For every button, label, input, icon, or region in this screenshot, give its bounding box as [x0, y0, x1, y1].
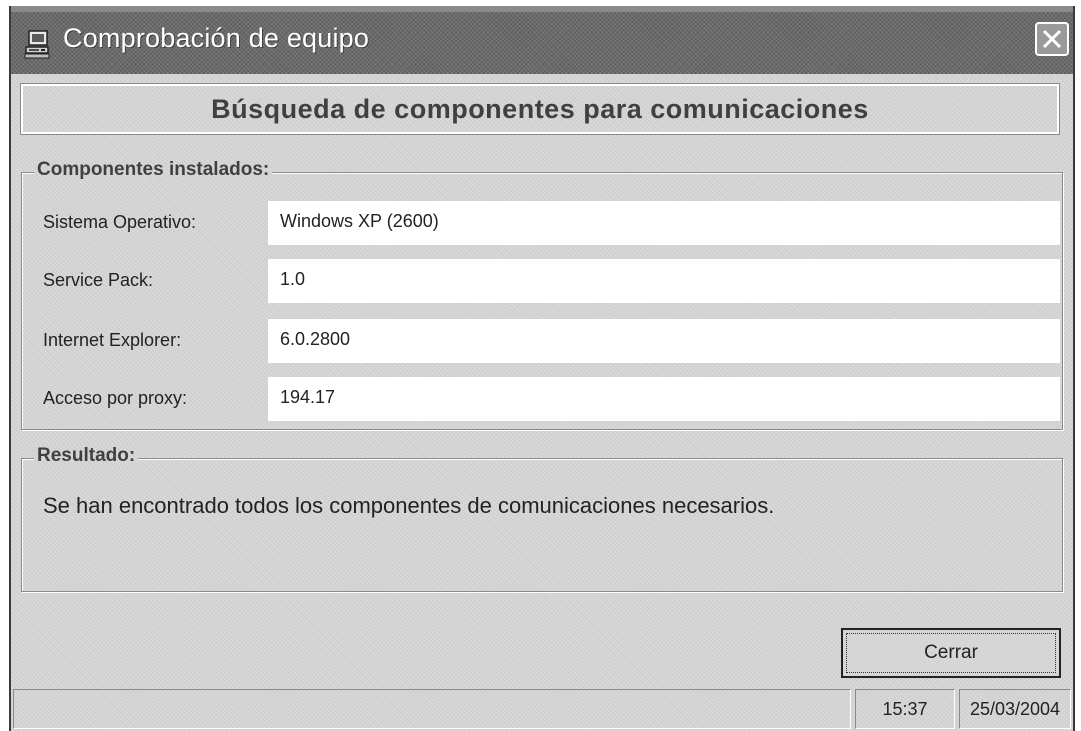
service-pack-value-field[interactable]: 1.0	[268, 259, 1060, 303]
window-close-button[interactable]	[1035, 22, 1069, 56]
title-bar[interactable]: Comprobación de equipo	[11, 6, 1073, 74]
computer-check-icon	[23, 28, 55, 60]
close-button-label: Cerrar	[846, 633, 1056, 673]
installed-components-group: Componentes instalados: Sistema Operativ…	[21, 159, 1063, 430]
result-group: Resultado: Se han encontrado todos los c…	[21, 445, 1063, 592]
status-time: 15:37	[855, 689, 955, 729]
field-row-internet-explorer: Internet Explorer: 6.0.2800	[22, 319, 1062, 365]
header-panel: Búsqueda de componentes para comunicacio…	[20, 83, 1060, 135]
status-date: 25/03/2004	[959, 689, 1071, 729]
os-value-field[interactable]: Windows XP (2600)	[268, 201, 1060, 245]
internet-explorer-value-field[interactable]: 6.0.2800	[268, 319, 1060, 363]
service-pack-label: Service Pack:	[43, 270, 154, 290]
os-label: Sistema Operativo:	[43, 212, 197, 232]
dialog-window: Comprobación de equipo Búsqueda de compo…	[9, 6, 1075, 731]
field-row-os: Sistema Operativo: Windows XP (2600)	[22, 201, 1062, 247]
field-row-service-pack: Service Pack: 1.0	[22, 259, 1062, 305]
field-row-proxy: Acceso por proxy: 194.17	[22, 377, 1062, 423]
close-icon	[1042, 29, 1062, 49]
result-legend: Resultado:	[34, 445, 138, 467]
status-message	[13, 689, 851, 729]
status-bar: 15:37 25/03/2004	[11, 686, 1073, 731]
title-bar-strip	[11, 6, 1073, 12]
internet-explorer-label: Internet Explorer:	[43, 330, 182, 350]
installed-components-legend: Componentes instalados:	[34, 159, 272, 181]
proxy-label: Acceso por proxy:	[43, 388, 188, 408]
result-message: Se han encontrado todos los componentes …	[43, 493, 775, 518]
window-title: Comprobación de equipo	[63, 23, 370, 53]
close-button[interactable]: Cerrar	[841, 628, 1061, 678]
page-title: Búsqueda de componentes para comunicacio…	[211, 93, 869, 124]
proxy-value-field[interactable]: 194.17	[268, 377, 1060, 421]
